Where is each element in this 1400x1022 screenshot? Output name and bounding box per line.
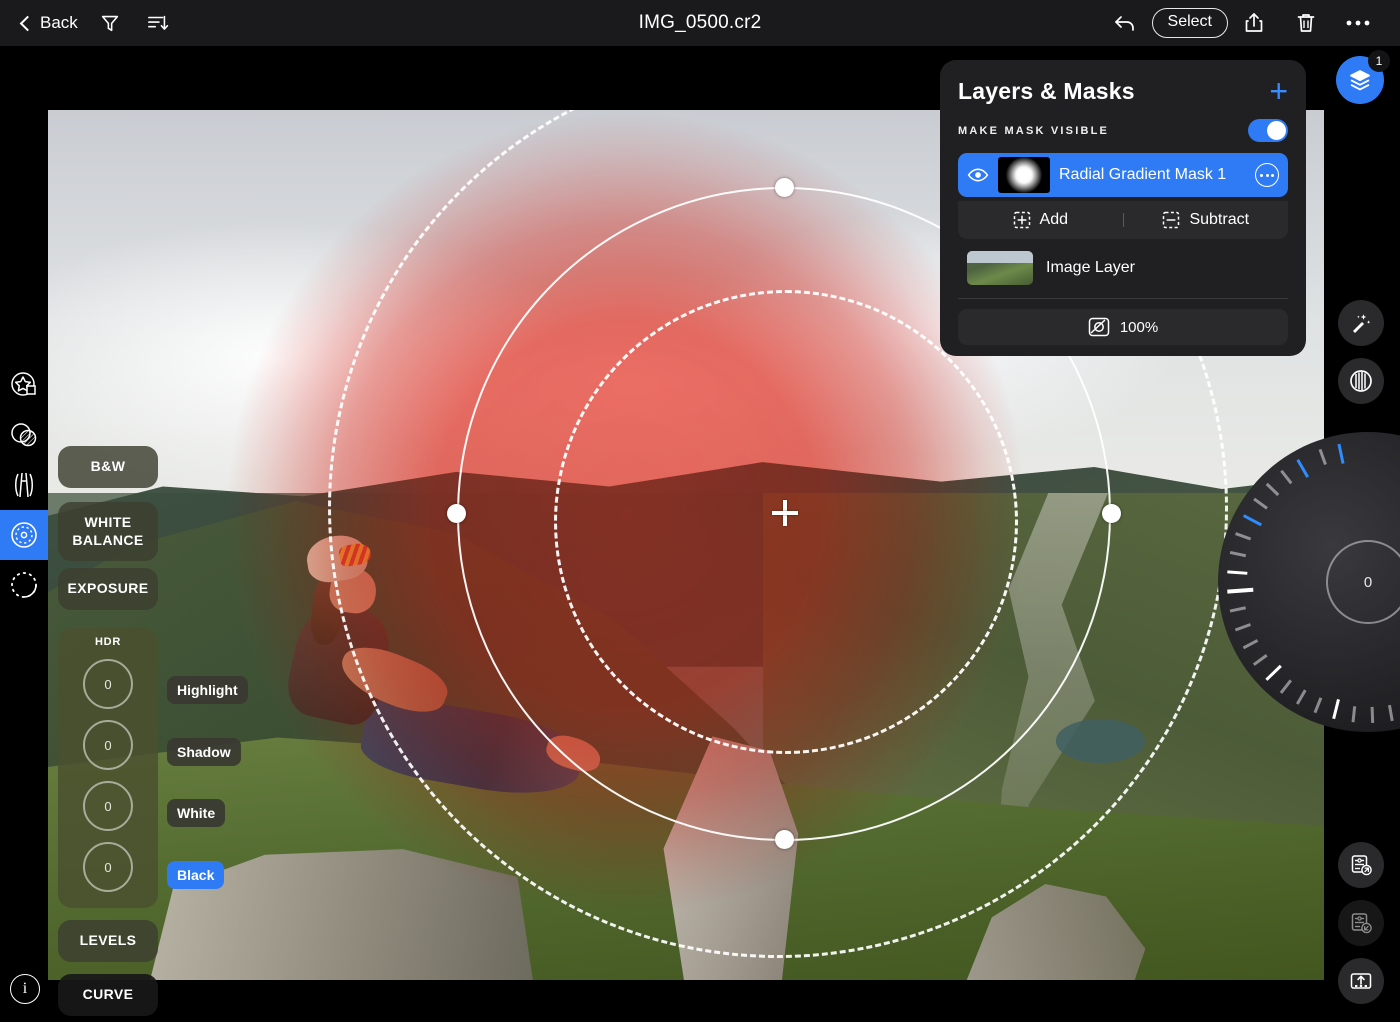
handle-top[interactable] (775, 178, 794, 197)
tooltip-highlight[interactable]: Highlight (167, 676, 248, 704)
more-button[interactable] (1332, 0, 1384, 46)
star-shape-icon (11, 372, 36, 396)
preset-load-icon (1351, 913, 1372, 934)
photo-person (169, 531, 628, 884)
mask-options-button[interactable] (1255, 163, 1279, 187)
exposure-button[interactable]: EXPOSURE (58, 568, 158, 610)
left-tool-rail (0, 360, 48, 610)
chevron-left-icon (19, 15, 36, 32)
undo-button[interactable] (1100, 0, 1152, 46)
eye-icon[interactable] (967, 164, 989, 186)
levels-button[interactable]: LEVELS (58, 920, 158, 962)
image-layer-name: Image Layer (1046, 259, 1135, 276)
sidebar-item-linear-gradient[interactable] (0, 460, 48, 510)
tooltip-white[interactable]: White (167, 799, 226, 827)
sort-button[interactable] (134, 0, 182, 46)
share-upload-icon (1245, 13, 1263, 32)
preset-export-icon (1350, 973, 1372, 989)
mask-subtract-button[interactable]: Subtract (1124, 211, 1289, 229)
overlapping-circles-icon (11, 423, 37, 447)
mask-add-label: Add (1039, 211, 1068, 228)
magic-wand-button[interactable] (1338, 300, 1384, 346)
sidebar-item-radial-gradient[interactable] (0, 510, 48, 560)
hdr-dial-black[interactable]: 0 (83, 842, 133, 892)
select-button[interactable]: Select (1151, 8, 1228, 38)
undo-arrow-icon (1114, 16, 1134, 31)
filter-funnel-icon (101, 15, 118, 32)
save-preset-button[interactable] (1338, 842, 1384, 888)
dotted-circle-icon (11, 572, 37, 598)
handle-right[interactable] (1102, 504, 1121, 523)
white-balance-button[interactable]: WHITE BALANCE (58, 502, 158, 561)
sort-descending-icon (147, 15, 169, 30)
hdr-label: HDR (95, 636, 121, 648)
hdr-panel: HDR 0 0 0 0 (58, 628, 158, 908)
mask-add-subtract-bar: Add Subtract (958, 201, 1288, 239)
top-toolbar: Back IMG_0500.cr2 Select (0, 0, 1400, 46)
info-icon: i (22, 980, 28, 997)
contrast-button[interactable] (1338, 358, 1384, 404)
more-ellipsis-icon (1346, 20, 1370, 26)
add-layer-button[interactable]: + (1269, 75, 1288, 108)
radial-gradient-center-crosshair[interactable] (772, 500, 798, 526)
tooltip-black[interactable]: Black (167, 861, 225, 889)
layers-count-badge: 1 (1368, 50, 1390, 72)
subtract-dashed-square-icon (1163, 211, 1180, 229)
curve-button[interactable]: CURVE (58, 974, 158, 1016)
layer-row-image-layer[interactable]: Image Layer (958, 251, 1288, 285)
handle-bottom[interactable] (775, 830, 794, 849)
layers-panel-title: Layers & Masks (958, 78, 1135, 104)
hdr-dial-highlight[interactable]: 0 (83, 659, 133, 709)
make-mask-visible-toggle[interactable] (1248, 119, 1288, 142)
radial-gradient-icon (11, 522, 37, 548)
photo-editor-app: Back IMG_0500.cr2 Select B&W WHITE BALAN… (0, 0, 1400, 1022)
magic-wand-icon (1353, 314, 1371, 333)
back-label: Back (40, 13, 78, 32)
half-striped-circle-icon (1350, 370, 1372, 392)
mask-add-button[interactable]: Add (958, 211, 1123, 229)
handle-left[interactable] (447, 504, 466, 523)
panel-divider (958, 298, 1288, 299)
sidebar-item-brush-mask[interactable] (0, 560, 48, 610)
layers-stack-icon (1350, 70, 1370, 91)
layer-row-radial-gradient-mask[interactable]: Radial Gradient Mask 1 (958, 153, 1288, 197)
share-button[interactable] (1228, 0, 1280, 46)
photo-lake (1056, 719, 1146, 763)
sidebar-item-magic-star[interactable] (0, 360, 48, 410)
mask-layer-name: Radial Gradient Mask 1 (1059, 166, 1227, 183)
mask-subtract-label: Subtract (1189, 211, 1250, 228)
sidebar-item-blend[interactable] (0, 410, 48, 460)
preset-save-icon (1351, 855, 1372, 876)
tooltip-shadow[interactable]: Shadow (167, 738, 241, 766)
opacity-icon (1088, 317, 1110, 337)
wheel-value[interactable]: 0 (1326, 540, 1400, 624)
trash-icon (1297, 14, 1315, 32)
layer-opacity-control[interactable]: 100% (958, 309, 1288, 345)
linear-gradient-icon (15, 472, 33, 498)
delete-button[interactable] (1280, 0, 1332, 46)
filter-button[interactable] (86, 0, 134, 46)
back-button[interactable]: Back (14, 9, 86, 37)
bw-button[interactable]: B&W (58, 446, 158, 488)
make-mask-visible-label: MAKE MASK VISIBLE (958, 124, 1110, 137)
mask-thumbnail (998, 157, 1050, 193)
load-preset-button[interactable] (1338, 900, 1384, 946)
image-layer-thumbnail (967, 251, 1033, 285)
add-dashed-square-icon (1013, 211, 1030, 229)
hdr-dial-white[interactable]: 0 (83, 781, 133, 831)
layer-opacity-value: 100% (1119, 318, 1159, 336)
layers-masks-panel: Layers & Masks + MAKE MASK VISIBLE Radia… (940, 60, 1306, 356)
hdr-dial-shadow[interactable]: 0 (83, 720, 133, 770)
export-preset-button[interactable] (1338, 958, 1384, 1004)
info-button[interactable]: i (10, 974, 40, 1004)
